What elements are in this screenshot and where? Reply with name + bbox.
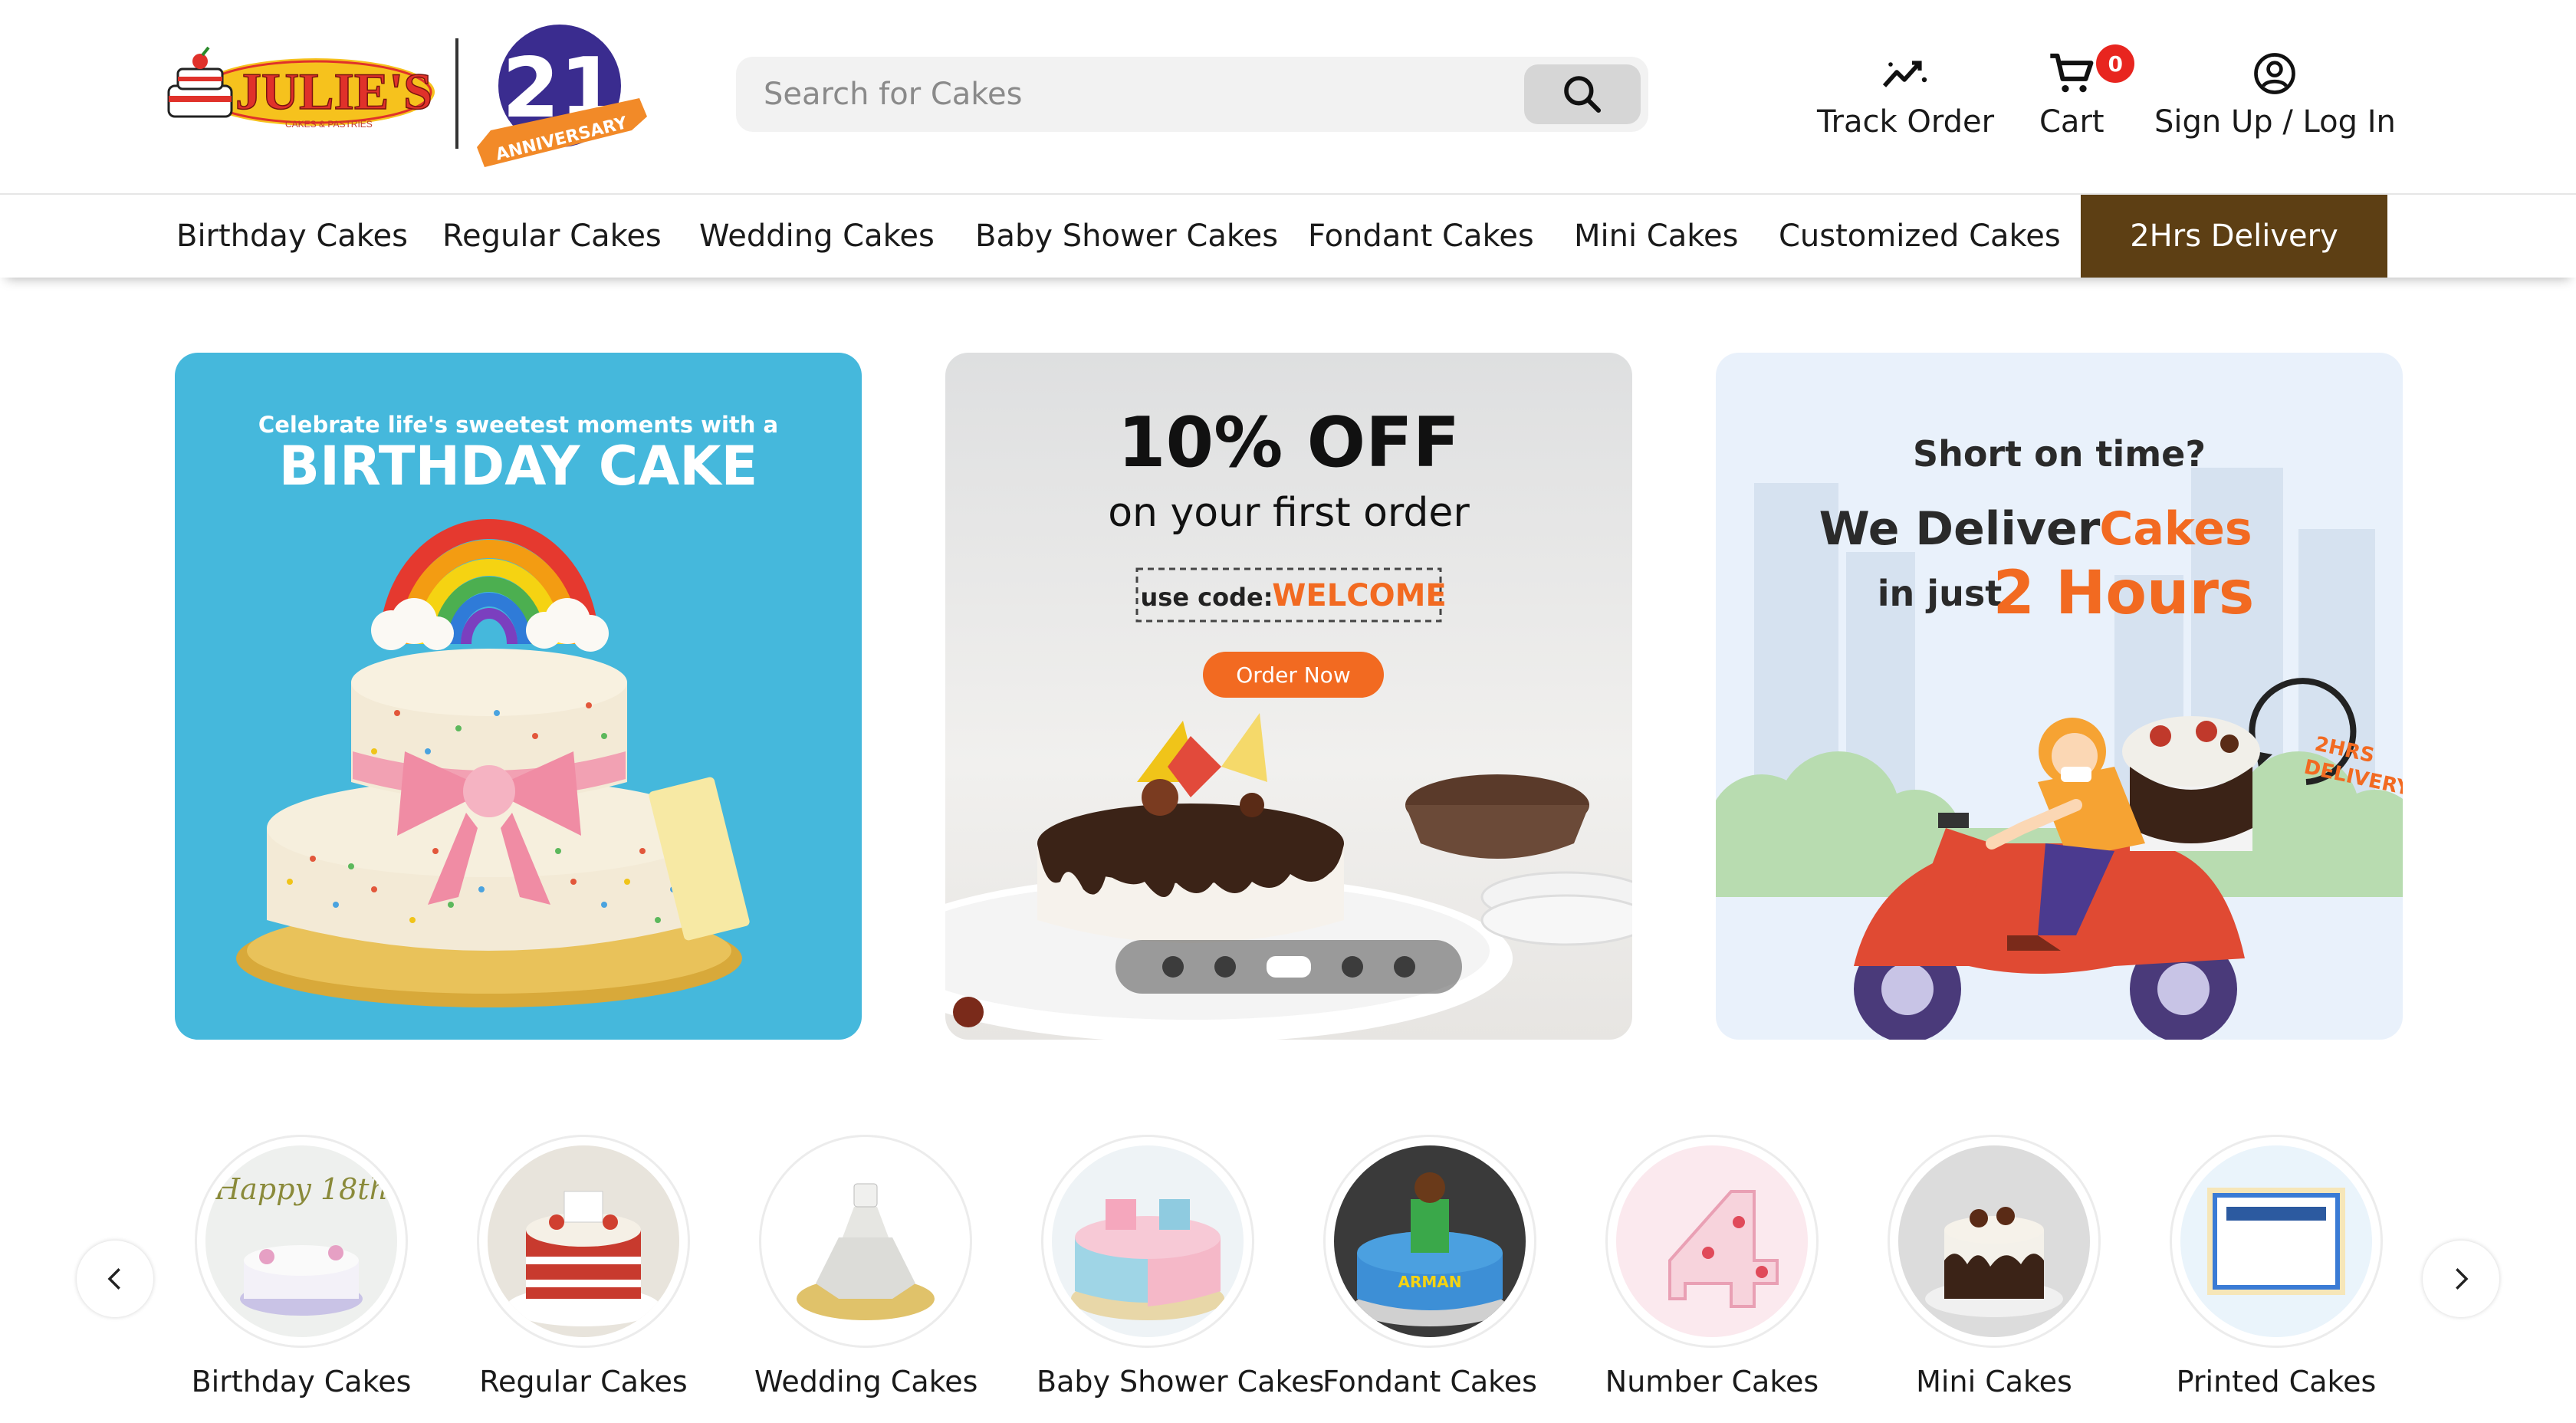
delivery-line2-accent: 2 Hours <box>1993 559 2255 628</box>
banner-birthday-cake[interactable]: Celebrate life's sweetest moments with a… <box>175 353 862 1040</box>
banner-first-order-offer[interactable]: 10% OFF on your first order use code: WE… <box>945 353 1632 1040</box>
category-image-frame <box>477 1135 690 1348</box>
logo-wordmark: JULIE'S <box>235 62 432 120</box>
offer-code-prefix: use code: <box>1140 583 1273 612</box>
category-label: Number Cakes <box>1605 1365 1819 1398</box>
category-label: Fondant Cakes <box>1322 1365 1537 1398</box>
logo-divider <box>455 38 458 149</box>
nav-customized-cakes[interactable]: Customized Cakes <box>1779 195 2061 278</box>
chevron-right-icon <box>2456 1268 2469 1290</box>
category-baby-shower-cakes[interactable]: Baby Shower Cakes <box>1037 1135 1325 1398</box>
baby-shower-cake-thumbnail <box>1052 1145 1244 1337</box>
birthday-cake-thumbnail: Happy 18th <box>205 1145 397 1337</box>
site-header: JULIE'S CAKES & PASTRIES 21 ANNIVERSARY … <box>0 0 2576 195</box>
nav-fondant-cakes[interactable]: Fondant Cakes <box>1308 195 1534 278</box>
delivery-line1-prefix: We Deliver <box>1819 502 2101 556</box>
category-label: Baby Shower Cakes <box>1037 1365 1325 1398</box>
category-nav: Birthday Cakes Regular Cakes Wedding Cak… <box>0 195 2576 278</box>
fondant-cake-thumbnail: ARMAN <box>1334 1145 1526 1337</box>
number-cake-thumbnail <box>1616 1145 1808 1337</box>
search-icon <box>1564 76 1602 113</box>
category-label: Printed Cakes <box>2176 1365 2377 1398</box>
category-next-button[interactable] <box>2423 1241 2499 1317</box>
carousel-dot-5[interactable] <box>1394 956 1415 978</box>
category-label: Birthday Cakes <box>191 1365 412 1398</box>
account-button[interactable]: Sign Up / Log In <box>2154 51 2396 140</box>
category-image-frame <box>759 1135 972 1348</box>
category-wedding-cakes[interactable]: Wedding Cakes <box>754 1135 978 1398</box>
search-input[interactable] <box>764 57 1484 132</box>
user-circle-icon <box>2254 53 2296 94</box>
category-prev-button[interactable] <box>77 1241 153 1317</box>
logo-tagline: CAKES & PASTRIES <box>285 119 373 130</box>
carousel-dot-3[interactable] <box>1267 956 1311 978</box>
julies-logo[interactable]: JULIE'S CAKES & PASTRIES <box>163 38 439 138</box>
category-fondant-cakes[interactable]: ARMAN Fondant Cakes <box>1319 1135 1541 1398</box>
category-label: Wedding Cakes <box>754 1365 978 1398</box>
category-label: Mini Cakes <box>1916 1365 2072 1398</box>
category-image-frame <box>1605 1135 1819 1348</box>
carousel-dot-1[interactable] <box>1162 956 1184 978</box>
search-button[interactable] <box>1524 64 1641 124</box>
delivery-line1-accent: Cakes <box>2099 502 2252 556</box>
offer-code: WELCOME <box>1272 578 1446 613</box>
carousel-dot-2[interactable] <box>1214 956 1236 978</box>
category-image-frame: ARMAN <box>1323 1135 1536 1348</box>
delivery-question: Short on time? <box>1913 433 2206 475</box>
category-number-cakes[interactable]: Number Cakes <box>1601 1135 1823 1398</box>
category-label: Regular Cakes <box>479 1365 688 1398</box>
cart-icon <box>2050 53 2094 93</box>
chevron-left-icon <box>107 1268 120 1290</box>
category-image-frame <box>1041 1135 1254 1348</box>
account-label: Sign Up / Log In <box>2154 104 2396 140</box>
order-now-label: Order Now <box>1236 662 1350 688</box>
nav-2hrs-delivery[interactable]: 2Hrs Delivery <box>2081 195 2387 278</box>
category-printed-cakes[interactable]: Printed Cakes <box>2165 1135 2387 1398</box>
banner-2hrs-delivery[interactable]: Short on time? We Deliver Cakes in just … <box>1716 353 2403 1040</box>
category-image-frame <box>1888 1135 2101 1348</box>
svg-text:Happy 18th: Happy 18th <box>214 1172 388 1206</box>
carousel-indicator <box>1116 940 1462 994</box>
cart-count-badge: 0 <box>2096 44 2135 83</box>
svg-text:ARMAN: ARMAN <box>1398 1273 1462 1291</box>
banner-birthday-subtitle: Celebrate life's sweetest moments with a <box>258 412 778 438</box>
track-order-label: Track Order <box>1817 104 1995 140</box>
cart-button[interactable]: 0 Cart <box>2039 44 2135 140</box>
cart-label: Cart <box>2039 104 2104 140</box>
category-image-frame <box>2170 1135 2383 1348</box>
offer-subline: on your first order <box>1108 490 1470 536</box>
track-order-button[interactable]: Track Order <box>1817 51 1994 140</box>
search-bar <box>736 57 1648 132</box>
anniversary-badge: 21 ANNIVERSARY <box>477 25 647 167</box>
delivery-line2-prefix: in just <box>1878 573 2002 614</box>
nav-wedding-cakes[interactable]: Wedding Cakes <box>699 195 935 278</box>
nav-mini-cakes[interactable]: Mini Cakes <box>1574 195 1738 278</box>
mini-cake-thumbnail <box>1898 1145 2090 1337</box>
wedding-cake-thumbnail <box>770 1145 961 1337</box>
category-mini-cakes[interactable]: Mini Cakes <box>1883 1135 2105 1398</box>
nav-birthday-cakes[interactable]: Birthday Cakes <box>176 195 408 278</box>
category-regular-cakes[interactable]: Regular Cakes <box>472 1135 695 1398</box>
printed-cake-thumbnail <box>2180 1145 2372 1337</box>
regular-cake-thumbnail <box>488 1145 679 1337</box>
carousel-dot-4[interactable] <box>1342 956 1363 978</box>
nav-regular-cakes[interactable]: Regular Cakes <box>442 195 662 278</box>
offer-headline: 10% OFF <box>1118 403 1460 483</box>
nav-baby-shower-cakes[interactable]: Baby Shower Cakes <box>975 195 1278 278</box>
trending-icon <box>1882 61 1927 87</box>
category-image-frame: Happy 18th <box>195 1135 408 1348</box>
banner-birthday-title: BIRTHDAY CAKE <box>279 435 758 498</box>
category-birthday-cakes[interactable]: Happy 18th Birthday Cakes <box>190 1135 412 1398</box>
rainbow-cake-illustration <box>236 519 750 1007</box>
